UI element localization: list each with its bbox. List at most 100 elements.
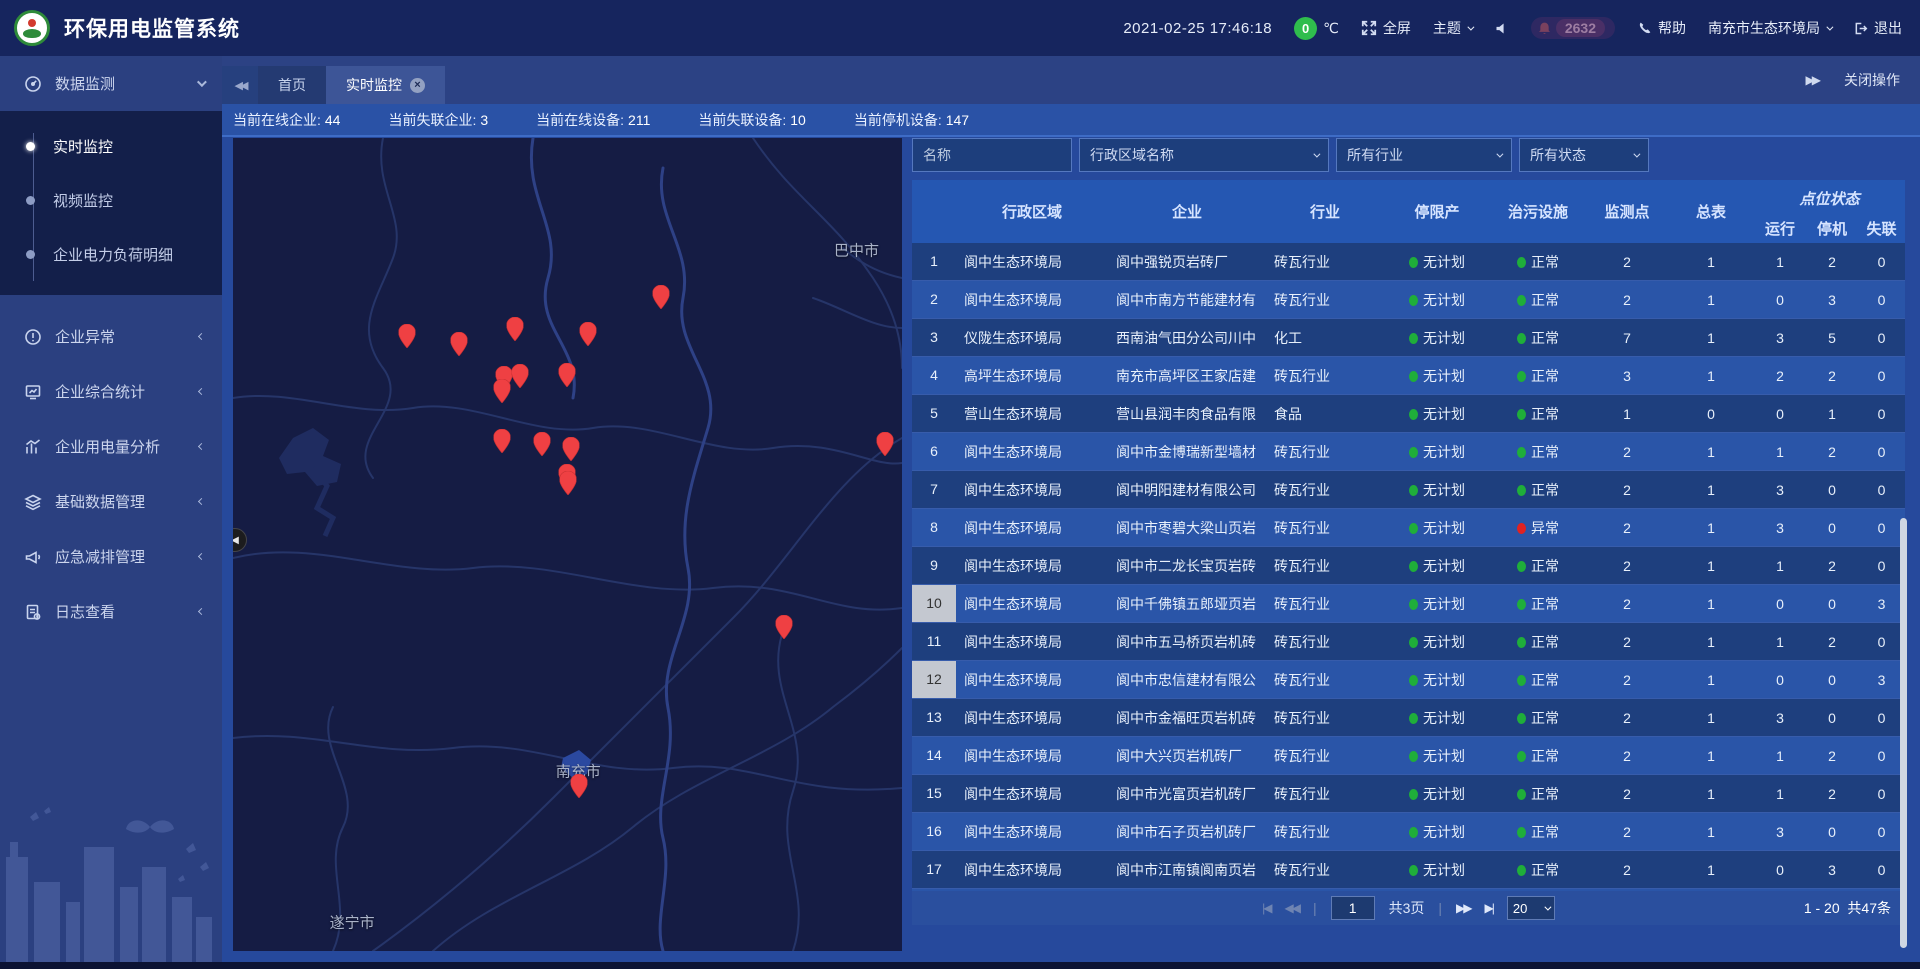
map-pin[interactable]: [534, 432, 551, 461]
cell-industry: 砖瓦行业: [1266, 661, 1384, 699]
table-row[interactable]: 7 阆中生态环境局 阆中明阳建材有限公司 砖瓦行业 无计划 正常 2 1 3 0…: [912, 471, 1905, 509]
tab-realtime-monitor[interactable]: 实时监控 ×: [326, 66, 445, 104]
map-pin[interactable]: [398, 324, 415, 353]
sidebar-item-emergency-reduction[interactable]: 应急减排管理: [0, 529, 222, 584]
status-dot-icon: [1409, 257, 1418, 268]
page-number-input[interactable]: [1331, 896, 1375, 920]
sidebar-item-power-analysis[interactable]: 企业用电量分析: [0, 419, 222, 474]
first-page-button[interactable]: |◀: [1262, 901, 1270, 915]
last-page-button[interactable]: ▶|: [1485, 901, 1493, 915]
cell-monitor-count: 2: [1586, 547, 1668, 585]
next-page-button[interactable]: ▶▶: [1456, 901, 1470, 915]
map-pin[interactable]: [507, 317, 524, 346]
cell-facility-status: 正常: [1490, 585, 1586, 623]
cell-lost-count: 0: [1858, 395, 1905, 433]
status-dot-icon: [1409, 827, 1418, 838]
table-row[interactable]: 5 营山生态环境局 营山县润丰肉食品有限 食品 无计划 正常 1 0 0 1 0: [912, 395, 1905, 433]
cell-run-count: 3: [1754, 699, 1806, 737]
org-dropdown[interactable]: 南充市生态环境局: [1708, 18, 1831, 38]
col-facility: 治污设施: [1490, 180, 1586, 243]
notification-button[interactable]: 2632: [1531, 17, 1615, 39]
cell-monitor-count: 2: [1586, 813, 1668, 851]
tabs-scroll-right-button[interactable]: ▶▶: [1806, 73, 1818, 87]
map-pin[interactable]: [493, 379, 510, 408]
tab-close-icon[interactable]: ×: [410, 78, 425, 93]
sidebar-subitem-power-load-detail[interactable]: 企业电力负荷明细: [0, 227, 222, 281]
cell-lost-count: 0: [1858, 357, 1905, 395]
industry-select[interactable]: 所有行业: [1336, 138, 1512, 172]
table-row[interactable]: 4 高坪生态环境局 南充市高坪区王家店建 砖瓦行业 无计划 正常 3 1 2 2…: [912, 357, 1905, 395]
table-row[interactable]: 15 阆中生态环境局 阆中市光富页岩机砖厂 砖瓦行业 无计划 正常 2 1 1 …: [912, 775, 1905, 813]
cell-halt-count: 1: [1806, 395, 1858, 433]
logout-button[interactable]: 退出: [1853, 18, 1902, 38]
map-pin[interactable]: [776, 615, 793, 644]
map-pin[interactable]: [451, 332, 468, 361]
status-select[interactable]: 所有状态: [1519, 138, 1649, 172]
map-pin[interactable]: [558, 363, 575, 392]
cell-stop-status: 无计划: [1384, 585, 1490, 623]
table-row[interactable]: 8 阆中生态环境局 阆中市枣碧大梁山页岩 砖瓦行业 无计划 异常 2 1 3 0…: [912, 509, 1905, 547]
table-row[interactable]: 17 阆中生态环境局 阆中市江南镇阆南页岩 砖瓦行业 无计划 正常 2 1 0 …: [912, 851, 1905, 889]
table-row[interactable]: 16 阆中生态环境局 阆中市石子页岩机砖厂 砖瓦行业 无计划 正常 2 1 3 …: [912, 813, 1905, 851]
row-number: 4: [912, 357, 956, 394]
map-pin[interactable]: [570, 774, 587, 803]
fullscreen-button[interactable]: 全屏: [1361, 18, 1411, 38]
close-operations-button[interactable]: 关闭操作: [1844, 70, 1900, 90]
name-search-input[interactable]: [912, 138, 1072, 172]
map-pin[interactable]: [560, 471, 577, 500]
sidebar-item-data-monitor[interactable]: 数据监测: [0, 56, 222, 111]
table-row[interactable]: 6 阆中生态环境局 阆中市金博瑞新型墙材 砖瓦行业 无计划 正常 2 1 1 2…: [912, 433, 1905, 471]
cell-run-count: 3: [1754, 813, 1806, 851]
tab-home[interactable]: 首页: [258, 66, 326, 104]
map-pin[interactable]: [653, 285, 670, 314]
sidebar-subitem-video-monitor[interactable]: 视频监控: [0, 173, 222, 227]
row-number: 5: [912, 395, 956, 432]
cell-stop-status: 无计划: [1384, 471, 1490, 509]
cell-lost-count: 0: [1858, 623, 1905, 661]
table-row[interactable]: 3 仪陇生态环境局 西南油气田分公司川中 化工 无计划 正常 7 1 3 5 0: [912, 319, 1905, 357]
tabs-scroll-left-button[interactable]: ◀◀: [222, 66, 258, 104]
table-row[interactable]: 2 阆中生态环境局 阆中市南方节能建材有 砖瓦行业 无计划 正常 2 1 0 3…: [912, 281, 1905, 319]
menu-dot-icon: [26, 142, 35, 151]
table-row[interactable]: 1 阆中生态环境局 阆中强锐页岩砖厂 砖瓦行业 无计划 正常 2 1 1 2 0: [912, 243, 1905, 281]
cell-lost-count: 0: [1858, 813, 1905, 851]
cell-industry: 砖瓦行业: [1266, 775, 1384, 813]
cell-run-count: 1: [1754, 547, 1806, 585]
map-city-label: 遂宁市: [330, 911, 375, 932]
sidebar-item-enterprise-statistics[interactable]: 企业综合统计: [0, 364, 222, 419]
help-button[interactable]: 帮助: [1637, 18, 1686, 38]
chevron-down-icon: [1496, 150, 1503, 157]
sidebar-subitem-realtime-monitor[interactable]: 实时监控: [0, 119, 222, 173]
prev-page-button[interactable]: ◀◀: [1284, 901, 1298, 915]
table-row[interactable]: 10 阆中生态环境局 阆中千佛镇五郎垭页岩 砖瓦行业 无计划 正常 2 1 0 …: [912, 585, 1905, 623]
map[interactable]: 巴中市南充市遂宁市 ◀: [233, 138, 902, 951]
cell-halt-count: 0: [1806, 471, 1858, 509]
region-select[interactable]: 行政区域名称: [1079, 138, 1329, 172]
map-pin[interactable]: [512, 364, 529, 393]
table-row[interactable]: 14 阆中生态环境局 阆中大兴页岩机砖厂 砖瓦行业 无计划 正常 2 1 1 2…: [912, 737, 1905, 775]
megaphone-icon: [24, 548, 42, 566]
map-pin[interactable]: [580, 322, 597, 351]
map-pin[interactable]: [562, 437, 579, 466]
theme-dropdown[interactable]: 主题: [1433, 18, 1472, 38]
sound-button[interactable]: [1494, 21, 1509, 36]
sidebar-item-base-data[interactable]: 基础数据管理: [0, 474, 222, 529]
status-dot-icon: [1409, 865, 1418, 876]
cell-company: 阆中千佛镇五郎垭页岩: [1108, 585, 1266, 623]
map-pin[interactable]: [877, 432, 894, 461]
cell-meter-count: 1: [1668, 547, 1754, 585]
table-row[interactable]: 9 阆中生态环境局 阆中市二龙长宝页岩砖 砖瓦行业 无计划 正常 2 1 1 2…: [912, 547, 1905, 585]
status-dot-icon: [1517, 561, 1526, 572]
status-dot-icon: [1517, 599, 1526, 610]
bottom-strip: [0, 962, 1920, 969]
scrollbar-thumb[interactable]: [1900, 518, 1907, 948]
table-row[interactable]: 11 阆中生态环境局 阆中市五马桥页岩机砖 砖瓦行业 无计划 正常 2 1 1 …: [912, 623, 1905, 661]
sidebar-item-enterprise-abnormal[interactable]: 企业异常: [0, 309, 222, 364]
map-pin[interactable]: [493, 429, 510, 458]
online-devices-count: 当前在线设备:211: [536, 110, 650, 130]
table-row[interactable]: 12 阆中生态环境局 阆中市忠信建材有限公 砖瓦行业 无计划 正常 2 1 0 …: [912, 661, 1905, 699]
page-size-select[interactable]: 20: [1507, 896, 1555, 920]
cell-meter-count: 1: [1668, 661, 1754, 699]
sidebar-item-log-view[interactable]: 日志查看: [0, 584, 222, 639]
table-row[interactable]: 13 阆中生态环境局 阆中市金福旺页岩机砖 砖瓦行业 无计划 正常 2 1 3 …: [912, 699, 1905, 737]
